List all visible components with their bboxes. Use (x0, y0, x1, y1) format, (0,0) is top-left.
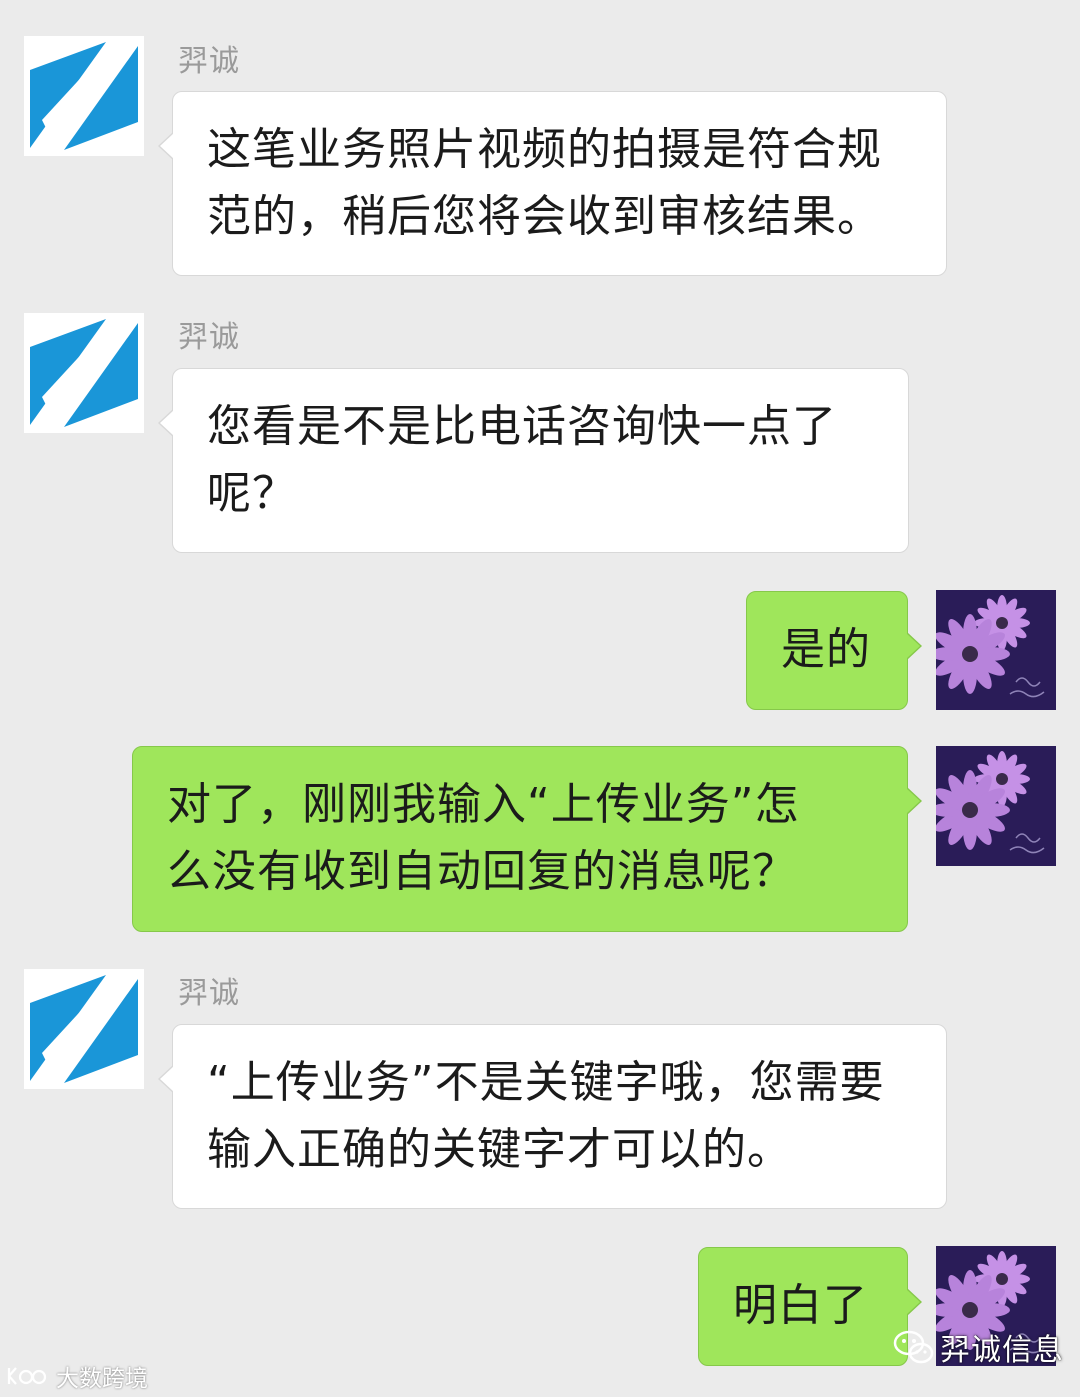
message-text-line: 明白了 (733, 1280, 868, 1331)
message-text-line: 输入正确的关键字才可以的。 (207, 1124, 792, 1175)
message-text-line: 您看是不是比电话咨询快一点了 (207, 401, 837, 452)
incoming-message-bubble[interactable]: 这笔业务照片视频的拍摄是符合规 范的，稍后您将会收到审核结果。 (158, 91, 947, 276)
company-logo-icon (24, 969, 144, 1089)
self-avatar[interactable] (936, 590, 1056, 710)
wechat-account-watermark: 羿诚信息 (892, 1322, 1064, 1372)
contact-avatar[interactable] (24, 36, 144, 156)
message-text-line: 对了，刚刚我输入“上传业务”怎 (167, 779, 800, 830)
company-logo-icon (24, 36, 144, 156)
message-text-line: 么没有收到自动回复的消息呢？ (167, 846, 797, 897)
outgoing-message-bubble[interactable]: 明白了 (698, 1247, 922, 1366)
source-logo-icon (7, 1367, 47, 1385)
wechat-icon (893, 1330, 934, 1364)
message-text-line: 范的，稍后您将会收到审核结果。 (207, 191, 882, 242)
incoming-message-bubble[interactable]: 您看是不是比电话咨询快一点了 呢？ (158, 368, 909, 553)
outgoing-message-bubble[interactable]: 对了，刚刚我输入“上传业务”怎 么没有收到自动回复的消息呢？ (132, 746, 922, 932)
message-text-line: 呢？ (207, 468, 297, 519)
company-logo-icon (24, 313, 144, 433)
sender-name: 羿诚 (178, 320, 240, 355)
self-avatar[interactable] (936, 746, 1056, 866)
message-text-line: “上传业务”不是关键字哦，您需要 (207, 1057, 885, 1108)
sender-name: 羿诚 (178, 44, 240, 79)
incoming-message-bubble[interactable]: “上传业务”不是关键字哦，您需要 输入正确的关键字才可以的。 (158, 1024, 947, 1209)
purple-daisy-avatar (936, 746, 1056, 866)
message-text-line: 这笔业务照片视频的拍摄是符合规 (207, 124, 882, 175)
sender-name: 羿诚 (178, 976, 240, 1011)
outgoing-message-bubble[interactable]: 是的 (746, 591, 922, 710)
wechat-account-name: 羿诚信息 (940, 1333, 1064, 1368)
contact-avatar[interactable] (24, 313, 144, 433)
message-text-line: 是的 (781, 624, 871, 675)
contact-avatar[interactable] (24, 969, 144, 1089)
purple-daisy-avatar (936, 590, 1056, 710)
source-mark-text: 大数跨境 (56, 1366, 148, 1392)
source-watermark: 大数跨境 (6, 1360, 148, 1392)
